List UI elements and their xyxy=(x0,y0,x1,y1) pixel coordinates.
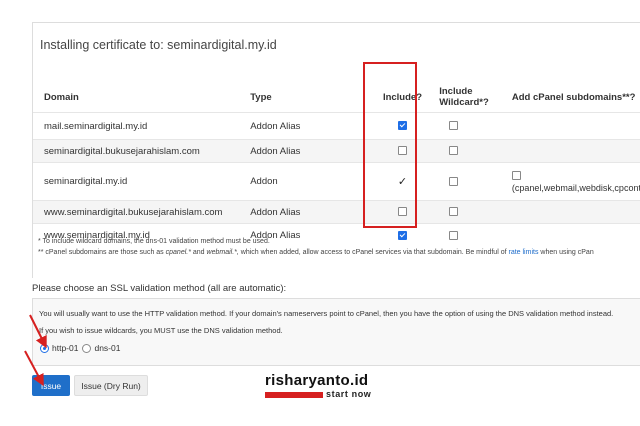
table-row: seminardigital.my.id Addon ✓ (cpanel,web… xyxy=(33,162,640,201)
column-header-subdomains: Add cPanel subdomains**? xyxy=(511,91,636,103)
domains-table: Domain Type Include? Include Wildcard*? … xyxy=(33,82,640,248)
radio-label-dns-01[interactable]: dns-01 xyxy=(94,343,120,353)
table-row: www.seminardigital.bukusejarahislam.com … xyxy=(33,200,640,224)
table-row: seminardigital.bukusejarahislam.com Addo… xyxy=(33,139,640,163)
panel-title: Installing certificate to: seminardigita… xyxy=(40,38,277,52)
wildcard-checkbox[interactable] xyxy=(449,207,459,217)
footnote-subdomains: ** cPanel subdomains are those such as c… xyxy=(38,249,594,256)
rate-limits-link[interactable]: rate limits xyxy=(509,249,539,256)
type-cell: Addon xyxy=(250,162,362,201)
column-header-domain: Domain xyxy=(44,91,79,103)
domain-cell: www.seminardigital.bukusejarahislam.com xyxy=(33,200,251,224)
wildcard-checkbox[interactable] xyxy=(449,146,459,156)
annotation-arrow-radio-icon xyxy=(29,314,47,349)
annotation-arrow-issue-icon xyxy=(24,350,44,387)
type-cell: Addon Alias xyxy=(250,200,362,224)
watermark-bar xyxy=(265,392,323,398)
issue-dry-run-button[interactable]: Issue (Dry Run) xyxy=(74,375,148,396)
table-header-row: Domain Type Include? Include Wildcard*? … xyxy=(33,82,640,113)
column-header-wildcard: Include Wildcard*? xyxy=(439,86,489,108)
ssl-method-prompt: Please choose an SSL validation method (… xyxy=(32,283,287,294)
subdomains-list: (cpanel,webmail,webdisk,cpcont xyxy=(511,182,640,193)
type-cell: Addon Alias xyxy=(250,112,362,140)
type-cell: Addon Alias xyxy=(250,139,362,163)
domain-cell: mail.seminardigital.my.id xyxy=(33,112,251,140)
subdomains-checkbox[interactable] xyxy=(511,170,521,180)
domain-cell: seminardigital.my.id xyxy=(33,162,251,201)
wildcard-checkbox[interactable] xyxy=(449,121,459,131)
watermark-subtitle: start now xyxy=(326,389,372,399)
column-header-type: Type xyxy=(250,91,272,103)
ssl-method-box: You will usually want to use the HTTP va… xyxy=(32,298,640,366)
radio-dns-01[interactable] xyxy=(82,343,92,353)
include-column-highlight xyxy=(363,62,417,228)
ssl-help-http: You will usually want to use the HTTP va… xyxy=(39,309,614,318)
wildcard-checkbox[interactable] xyxy=(449,176,459,186)
ssl-help-dns: If you wish to issue wildcards, you MUST… xyxy=(39,326,283,335)
domain-cell: seminardigital.bukusejarahislam.com xyxy=(33,139,251,163)
watermark-title: risharyanto.id xyxy=(265,372,369,389)
footnote-wildcard: * To include wildcard domains, the dns-0… xyxy=(38,238,270,245)
table-row: mail.seminardigital.my.id Addon Alias xyxy=(33,112,640,140)
footnotes: * To include wildcard domains, the dns-0… xyxy=(38,236,594,258)
